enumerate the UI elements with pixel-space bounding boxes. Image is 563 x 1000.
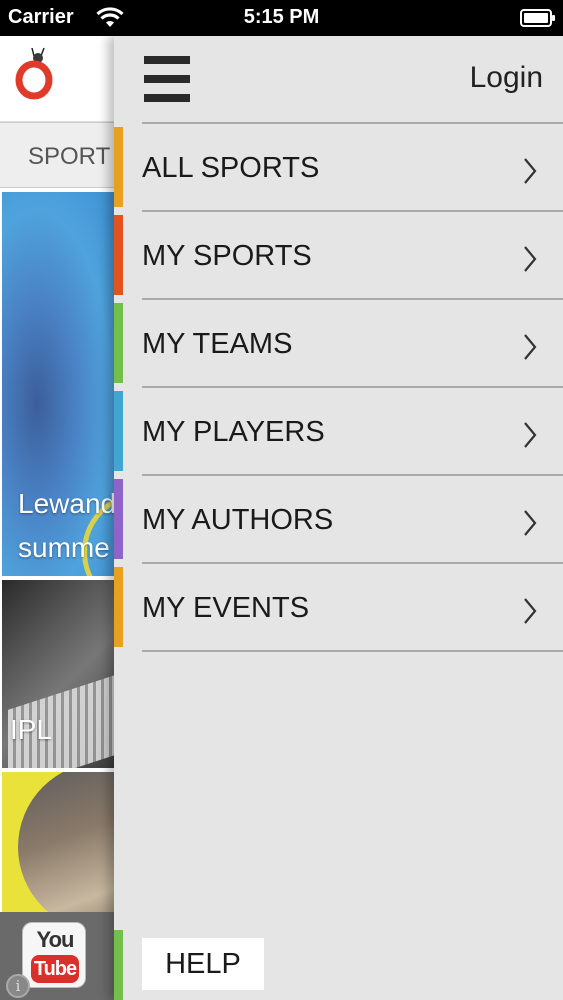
- app-header[interactable]: [0, 36, 118, 122]
- tab-sport[interactable]: SPORT: [28, 143, 110, 171]
- chevron-right-icon: [524, 598, 537, 624]
- menu-item-my-events[interactable]: MY EVENTS: [114, 564, 563, 652]
- news-tile[interactable]: IPL: [2, 580, 118, 768]
- menu-item-my-teams[interactable]: MY TEAMS: [114, 300, 563, 388]
- menu-item-label: MY EVENTS: [142, 592, 310, 624]
- news-tile[interactable]: Lewand summe: [2, 192, 118, 576]
- battery-icon: [520, 9, 555, 27]
- login-button[interactable]: Login: [470, 61, 543, 95]
- chevron-right-icon: [524, 334, 537, 360]
- menu-accent-bar: [114, 479, 123, 559]
- menu-item-label: MY PLAYERS: [142, 416, 325, 448]
- help-button[interactable]: HELP: [142, 938, 264, 990]
- divider: [142, 650, 563, 652]
- navigation-drawer: Login ALL SPORTS MY SPORTS MY TEAMS MY PLAY…: [114, 36, 563, 1000]
- menu-accent-bar: [114, 127, 123, 207]
- menu-item-all-sports[interactable]: ALL SPORTS: [114, 124, 563, 212]
- menu-item-my-authors[interactable]: MY AUTHORS: [114, 476, 563, 564]
- tile-caption: IPL: [10, 714, 53, 745]
- info-icon[interactable]: i: [6, 974, 30, 998]
- app-logo-icon: [15, 47, 53, 100]
- chevron-right-icon: [524, 158, 537, 184]
- clock: 5:15 PM: [243, 6, 320, 28]
- chevron-right-icon: [524, 246, 537, 272]
- background-app: SPORT Lewand summe IPL You Tube i: [0, 36, 118, 1000]
- menu-item-my-players[interactable]: MY PLAYERS: [114, 388, 563, 476]
- menu-item-label: MY AUTHORS: [142, 504, 334, 536]
- menu-item-my-sports[interactable]: MY SPORTS: [114, 212, 563, 300]
- menu-accent-bar: [114, 303, 123, 383]
- menu-item-label: ALL SPORTS: [142, 152, 320, 184]
- chevron-right-icon: [524, 510, 537, 536]
- menu-accent-bar: [114, 215, 123, 295]
- section-tab-bar[interactable]: SPORT: [0, 122, 118, 188]
- bottom-bar: You Tube i: [0, 912, 118, 1000]
- youtube-icon[interactable]: You Tube: [22, 922, 86, 988]
- news-tile[interactable]: [2, 772, 118, 912]
- hamburger-icon[interactable]: [144, 56, 190, 102]
- help-accent-bar: [114, 930, 123, 1000]
- tile-caption: Lewand: [18, 488, 117, 519]
- status-bar: Carrier 5:15 PM: [0, 0, 563, 36]
- menu-item-label: MY TEAMS: [142, 328, 293, 360]
- menu-accent-bar: [114, 391, 123, 471]
- menu-accent-bar: [114, 567, 123, 647]
- chevron-right-icon: [524, 422, 537, 448]
- tile-caption: summe: [18, 532, 110, 563]
- menu-item-label: MY SPORTS: [142, 240, 312, 272]
